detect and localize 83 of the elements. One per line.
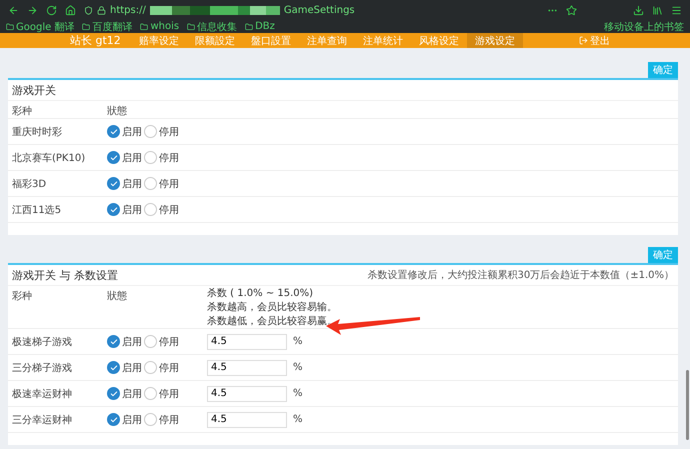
radio-option[interactable]: 停用 — [144, 412, 179, 426]
game-name: 江西11选5 — [12, 204, 62, 216]
game-name: 三分梯子游戏 — [12, 362, 73, 374]
radio-label: 停用 — [159, 204, 179, 216]
column-header: 杀数 ( 1.0% ~ 15.0%) — [207, 287, 314, 300]
kill-input[interactable]: 4.5 — [207, 334, 287, 350]
column-header: 狀態 — [107, 290, 128, 303]
radio-option[interactable]: 启用 — [107, 124, 142, 138]
radio-label: 启用 — [122, 414, 142, 426]
kill-input[interactable]: 4.5 — [207, 386, 287, 402]
column-header: 狀態 — [107, 104, 128, 118]
scrollbar[interactable] — [686, 370, 689, 440]
radio-option[interactable]: 启用 — [107, 150, 142, 164]
unit-text: % — [293, 388, 303, 399]
reload-icon[interactable] — [46, 4, 57, 16]
library-icon[interactable] — [652, 4, 663, 16]
radio-option[interactable]: 启用 — [107, 176, 142, 190]
star-icon[interactable] — [566, 4, 577, 16]
radio-label: 停用 — [159, 362, 179, 374]
bookmark-link[interactable]: DBz — [245, 21, 275, 32]
unit-text: % — [293, 414, 303, 425]
folder-icon — [187, 22, 196, 30]
game-name: 重庆时时彩 — [12, 126, 63, 138]
radio-option[interactable]: 启用 — [107, 334, 142, 348]
lock-icon — [97, 6, 106, 14]
bookmark-link[interactable]: 移动设备上的书签 — [604, 20, 684, 34]
radio-label: 停用 — [159, 152, 179, 164]
radio-option[interactable]: 启用 — [107, 202, 142, 216]
bookmark-link[interactable]: whois — [140, 21, 180, 32]
kill-input[interactable]: 4.5 — [207, 360, 287, 376]
game-name: 北京赛车(PK10) — [12, 152, 86, 164]
column-header: 彩种 — [12, 104, 33, 118]
game-name: 福彩3D — [12, 178, 48, 190]
folder-icon — [6, 22, 14, 30]
radio-option[interactable]: 停用 — [144, 176, 179, 190]
radio-label: 启用 — [122, 204, 142, 216]
radio-label: 停用 — [159, 388, 179, 400]
bookmark-link[interactable]: 信息收集 — [187, 20, 238, 34]
forward-icon[interactable] — [27, 4, 38, 16]
column-header: 彩种 — [12, 290, 33, 303]
unit-text: % — [293, 336, 303, 347]
game-name: 三分幸运财神 — [12, 414, 73, 426]
radio-label: 停用 — [159, 336, 179, 348]
panel-title: 游戏开关 与 杀数设置 — [12, 268, 118, 282]
radio-label: 启用 — [122, 336, 142, 348]
kill-input[interactable]: 4.5 — [207, 412, 287, 428]
radio-option[interactable]: 停用 — [144, 334, 179, 348]
radio-label: 停用 — [159, 126, 179, 138]
radio-option[interactable]: 停用 — [144, 202, 179, 216]
radio-label: 启用 — [122, 362, 142, 374]
radio-option[interactable]: 启用 — [107, 386, 142, 400]
radio-option[interactable]: 停用 — [144, 150, 179, 164]
url-text[interactable]: https:// — [110, 4, 146, 16]
bookmark-link[interactable]: 百度翻译 — [82, 20, 132, 34]
folder-icon — [245, 22, 254, 30]
radio-option[interactable]: 启用 — [107, 360, 142, 374]
back-icon[interactable] — [8, 4, 19, 16]
url-text[interactable]: GameSettings — [284, 4, 355, 16]
radio-label: 启用 — [122, 152, 142, 164]
radio-label: 启用 — [122, 178, 142, 190]
home-icon[interactable] — [65, 4, 76, 16]
logout-icon — [579, 36, 588, 45]
column-header: 杀数越高，会员比较容易输。 — [207, 300, 337, 314]
radio-label: 停用 — [159, 178, 179, 190]
radio-option[interactable]: 启用 — [107, 412, 142, 426]
game-name: 极速幸运财神 — [12, 388, 73, 400]
radio-option[interactable]: 停用 — [144, 386, 179, 400]
game-name: 极速梯子游戏 — [12, 336, 73, 348]
radio-option[interactable]: 停用 — [144, 360, 179, 374]
radio-label: 启用 — [122, 126, 142, 138]
bookmark-link[interactable]: Google 翻译 — [6, 20, 74, 34]
radio-label: 停用 — [159, 414, 179, 426]
radio-option[interactable]: 停用 — [144, 124, 179, 138]
radio-label: 启用 — [122, 388, 142, 400]
panel-title: 游戏开关 — [12, 82, 56, 98]
note-text: 杀数设置修改后，大约投注额累积30万后会趋近于本数值（±1.0%） — [367, 268, 674, 282]
menu-icon[interactable] — [671, 4, 682, 16]
shield-icon — [84, 6, 93, 14]
brand-title: 站长 gt12 — [70, 33, 121, 48]
download-icon[interactable] — [633, 4, 644, 16]
unit-text: % — [293, 362, 303, 373]
folder-icon — [82, 22, 90, 30]
folder-icon — [140, 22, 148, 30]
